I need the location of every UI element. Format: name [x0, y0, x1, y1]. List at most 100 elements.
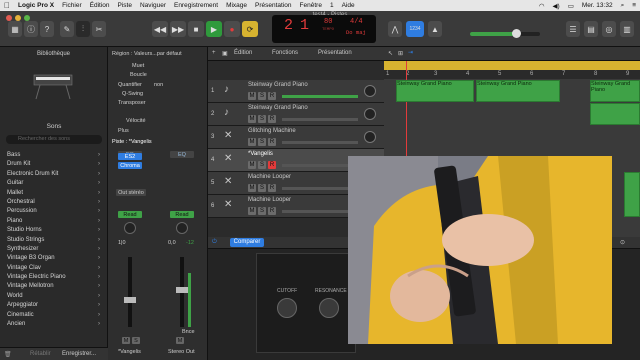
volume-slider[interactable]	[282, 210, 358, 213]
midi-region[interactable]	[624, 172, 640, 217]
cycle-region[interactable]	[384, 61, 640, 70]
record-button[interactable]: ●	[224, 21, 240, 37]
bounce-button[interactable]: Bnce	[182, 329, 195, 335]
track-name[interactable]: Machine Looper	[248, 174, 291, 180]
mute-button[interactable]: M	[248, 207, 256, 215]
menubar-clock[interactable]: Mer. 13:32	[578, 2, 617, 9]
effect-slot[interactable]: Chroma	[118, 162, 142, 169]
list-editors-icon[interactable]: ☰	[566, 21, 580, 37]
revert-button[interactable]: Rétablir	[30, 351, 51, 357]
menu-aide[interactable]: Aide	[338, 2, 359, 9]
library-item[interactable]: Percussion ›	[0, 207, 108, 216]
fader-track-right[interactable]	[176, 257, 188, 327]
library-item[interactable]: Piano ›	[0, 217, 108, 226]
search-icon[interactable]: ⌕	[617, 2, 629, 10]
snap-icon[interactable]: ⊞	[398, 50, 403, 57]
mute-button[interactable]: M	[248, 92, 256, 100]
help-icon[interactable]: ?	[40, 21, 54, 37]
library-item[interactable]: World ›	[0, 292, 108, 301]
track-row[interactable]: 2 ♪ Steinway Grand Piano M S R	[208, 103, 384, 126]
midi-region[interactable]	[590, 103, 640, 125]
add-track-icon[interactable]: +	[212, 50, 216, 56]
library-item[interactable]: Vintage Clav ›	[0, 264, 108, 273]
catch-icon[interactable]: ⇥	[408, 49, 413, 56]
pan-knob[interactable]	[364, 85, 376, 97]
track-name[interactable]: *Vangelis	[248, 151, 273, 157]
volume-icon[interactable]: ◀)	[549, 2, 564, 10]
library-item[interactable]: Orchestral ›	[0, 198, 108, 207]
volume-slider[interactable]	[282, 118, 358, 121]
browser-icon[interactable]: ▥	[620, 21, 634, 37]
mute-button[interactable]: M	[248, 138, 256, 146]
resonance-knob[interactable]	[319, 298, 339, 318]
record-enable-button[interactable]: R	[268, 207, 276, 215]
volume-slider[interactable]	[282, 164, 358, 167]
menu-mixage[interactable]: Mixage	[222, 2, 251, 9]
cutoff-knob[interactable]	[277, 298, 297, 318]
compare-button[interactable]: Comparer	[230, 238, 264, 247]
region-label[interactable]: Région : Valeurs...par défaut	[112, 51, 182, 57]
menu-naviguer[interactable]: Naviguer	[136, 2, 170, 9]
solo-button[interactable]: S	[258, 92, 266, 100]
menu-edition[interactable]: Édition	[86, 2, 114, 9]
track-name[interactable]: Machine Looper	[248, 197, 291, 203]
midi-region[interactable]: Steinway Grand Piano	[476, 80, 560, 102]
wifi-icon[interactable]: ◠	[535, 2, 549, 10]
tuner-icon[interactable]: ⋀	[388, 21, 402, 37]
library-item[interactable]: Vintage B3 Organ ›	[0, 254, 108, 263]
library-item[interactable]: Cinematic ›	[0, 311, 108, 320]
lcd-display[interactable]: 2 1 80 TEMPO 4/4 Do maj	[272, 15, 376, 43]
automation-read-left[interactable]: Read	[118, 211, 142, 218]
record-enable-button[interactable]: R	[268, 161, 276, 169]
library-item[interactable]: Studio Horns ›	[0, 226, 108, 235]
library-toggle-icon[interactable]: ▦	[8, 21, 22, 37]
instrument-slot[interactable]: ES2	[118, 153, 142, 160]
cycle-button[interactable]: ⟳	[242, 21, 258, 37]
info-icon[interactable]: ⓘ	[24, 21, 38, 37]
link-icon[interactable]: ⊙	[620, 239, 625, 246]
track-label[interactable]: Piste : *Vangelis	[112, 139, 152, 145]
fader-cap-right[interactable]	[176, 287, 188, 293]
trash-icon[interactable]: 🗑	[4, 351, 12, 358]
mute-button-left[interactable]: M	[122, 337, 130, 344]
library-item[interactable]: Synthesizer ›	[0, 245, 108, 254]
output-slot[interactable]: Out stéréo	[116, 189, 146, 196]
solo-button-left[interactable]: S	[132, 337, 140, 344]
solo-button[interactable]: S	[258, 115, 266, 123]
track-name[interactable]: Steinway Grand Piano	[248, 105, 308, 111]
library-item[interactable]: Ancien ›	[0, 320, 108, 329]
mute-button-right[interactable]: M	[176, 337, 184, 344]
loop-browser-icon[interactable]: ◎	[602, 21, 616, 37]
midi-region[interactable]: Steinway Grand Piano	[590, 80, 640, 102]
record-enable-button[interactable]: R	[268, 138, 276, 146]
track-row[interactable]: 1 ♪ Steinway Grand Piano M S R	[208, 80, 384, 103]
library-item[interactable]: Guitar ›	[0, 179, 108, 188]
library-item[interactable]: Bass ›	[0, 151, 108, 160]
metronome-icon[interactable]: ▲	[428, 21, 442, 37]
power-icon[interactable]: ⏻	[212, 239, 217, 246]
quantize-value[interactable]: non	[154, 82, 163, 88]
midi-region[interactable]: Steinway Grand Piano	[396, 80, 474, 102]
pointer-tool-icon[interactable]: ↖	[388, 50, 393, 57]
library-item[interactable]: Mallet ›	[0, 189, 108, 198]
editors-icon[interactable]: ✂	[92, 21, 106, 37]
master-volume-knob[interactable]	[512, 29, 521, 38]
library-item[interactable]: Vintage Electric Piano ›	[0, 273, 108, 282]
solo-button[interactable]: S	[258, 184, 266, 192]
ruler[interactable]: 1 2 3 4 5 6 7 8 9	[384, 70, 640, 79]
play-button[interactable]: ▶	[206, 21, 222, 37]
mute-button[interactable]: M	[248, 184, 256, 192]
menu-fenetre[interactable]: Fenêtre	[296, 2, 326, 9]
notepad-icon[interactable]: ▤	[584, 21, 598, 37]
solo-button[interactable]: S	[258, 207, 266, 215]
eq-slot-out[interactable]: EQ	[170, 151, 194, 158]
pan-knob-right[interactable]	[176, 222, 188, 234]
menu-presentation[interactable]: Présentation	[251, 2, 296, 9]
fader-cap-left[interactable]	[124, 297, 136, 303]
library-item[interactable]: Arpeggiator ›	[0, 301, 108, 310]
list-icon[interactable]: ≡	[628, 2, 640, 9]
track-name[interactable]: Glitching Machine	[248, 128, 296, 134]
menu-edition-local[interactable]: Édition	[234, 50, 252, 56]
volume-slider[interactable]	[282, 95, 358, 98]
global-tracks-icon[interactable]: ▣	[222, 50, 228, 57]
